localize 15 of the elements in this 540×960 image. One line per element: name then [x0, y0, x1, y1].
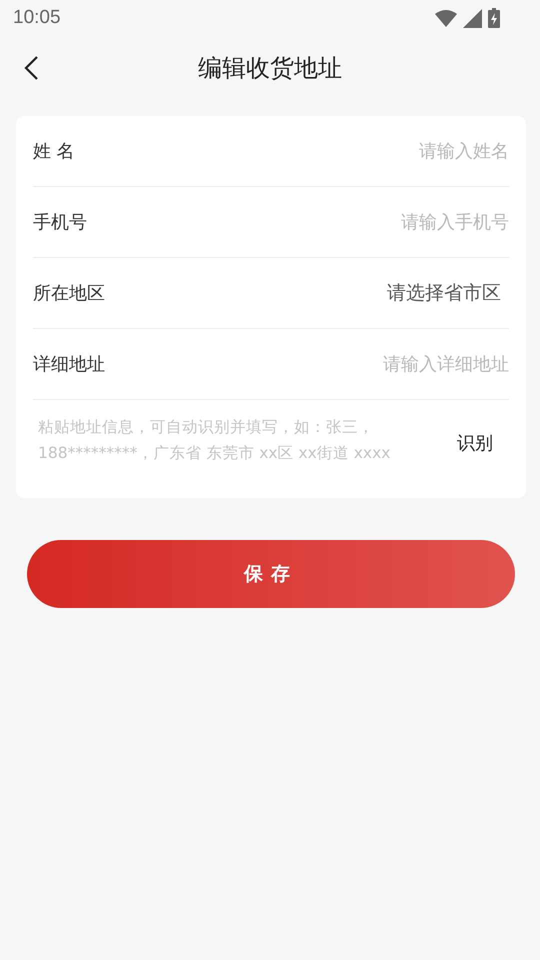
input-field[interactable]: 请输入详细地址 — [249, 354, 509, 374]
save-button[interactable]: 保存 — [27, 540, 515, 608]
status-time: 10:05 — [13, 7, 61, 29]
input-field[interactable]: 请输入手机号 — [249, 212, 509, 232]
region-picker[interactable]: 请选择省市区 — [387, 280, 509, 306]
field-label: 手机号 — [33, 211, 87, 234]
field-label: 详细地址 — [33, 353, 105, 376]
recognize-button[interactable]: 识别 — [457, 431, 509, 455]
field-label: 所在地区 — [33, 282, 105, 305]
page-title: 编辑收货地址 — [198, 53, 342, 84]
field-label: 姓 名 — [33, 140, 75, 163]
signal-icon — [463, 8, 482, 28]
wifi-icon — [435, 9, 457, 27]
input-field[interactable]: 请输入姓名 — [249, 140, 509, 162]
battery-icon — [488, 8, 500, 28]
